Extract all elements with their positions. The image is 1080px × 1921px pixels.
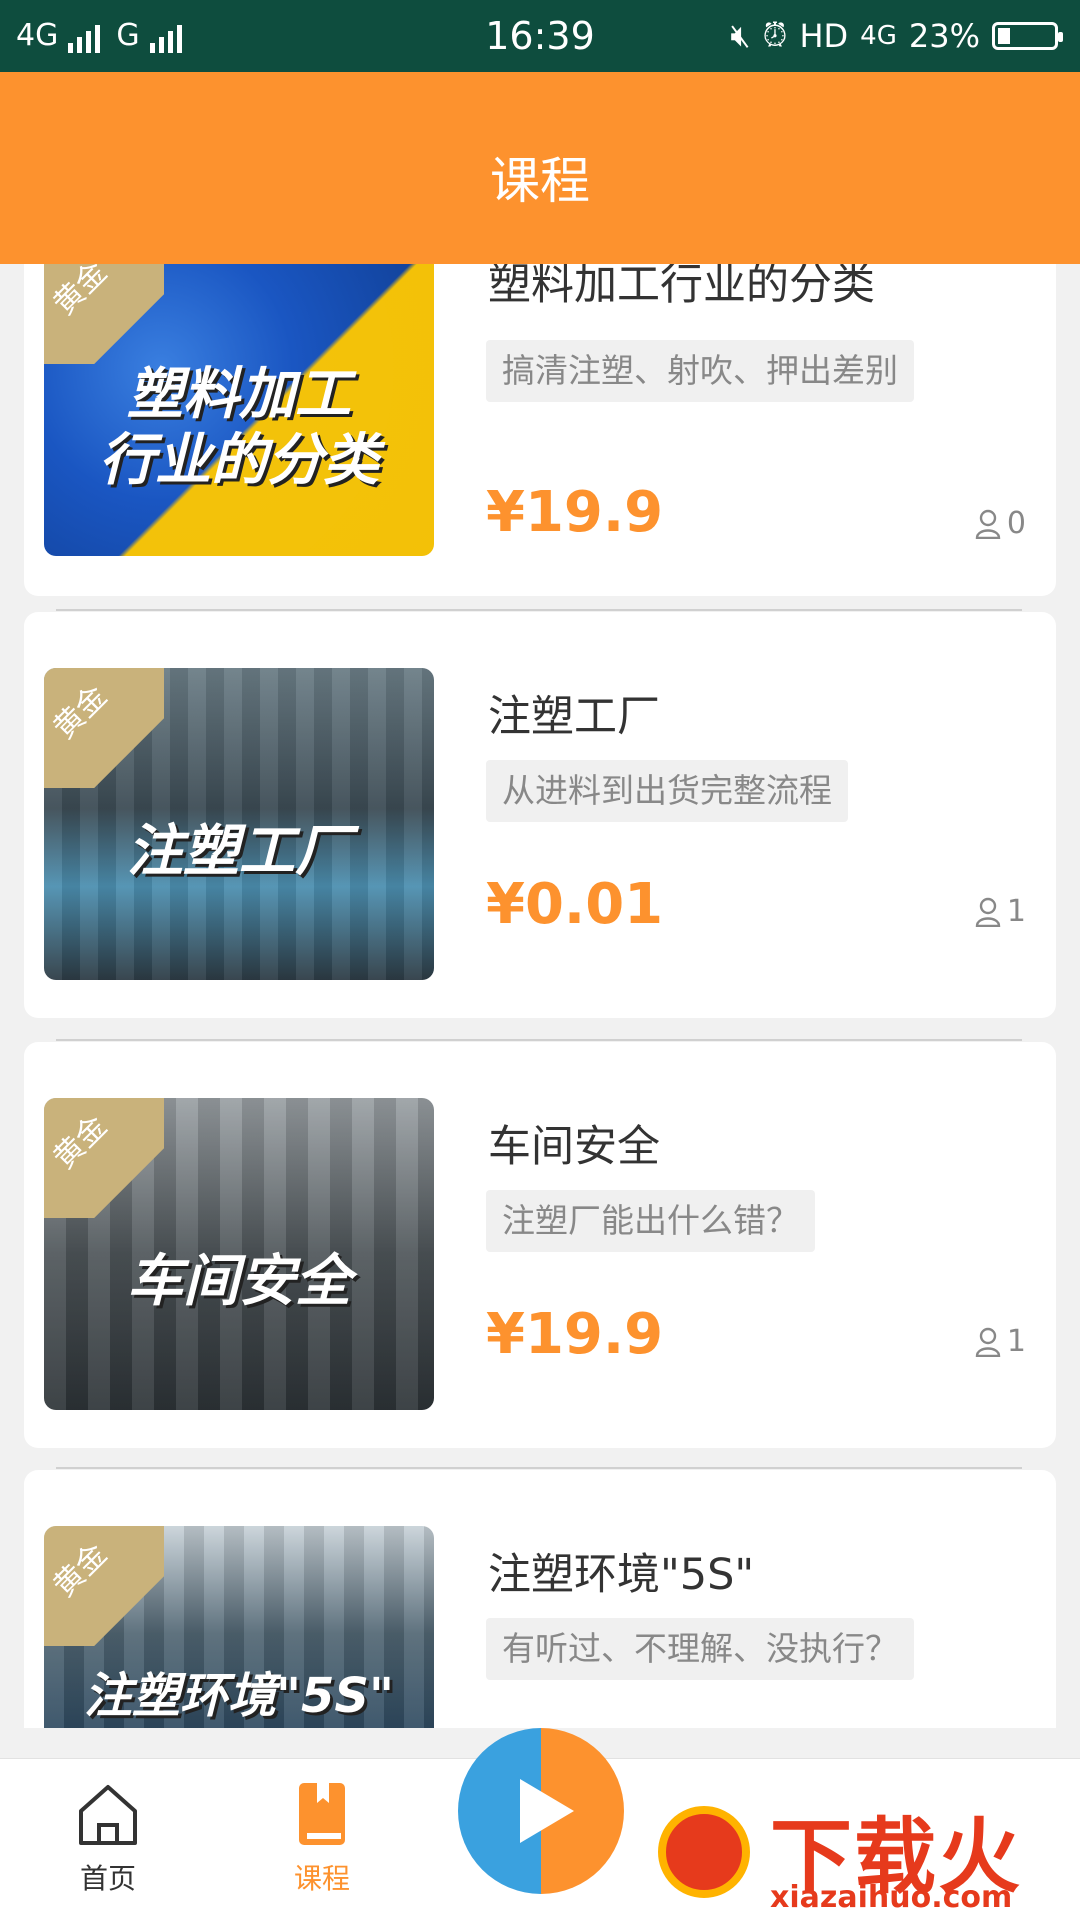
tab-course[interactable]: 课程 [252,1781,392,1897]
watermark: 下载火 xiazaihuo.com [640,1784,1080,1920]
battery-percent: 23% [908,16,980,55]
course-card[interactable]: 注塑环境"5S" 黄金 注塑环境"5S" 有听过、不理解、没执行？ [24,1470,1056,1728]
gold-badge: 黄金 [44,1526,164,1646]
course-price: ¥19.9 [486,480,664,545]
mute-icon: 🔇︎ [730,16,751,54]
course-thumbnail: 注塑环境"5S" 黄金 [44,1526,434,1728]
gold-badge: 黄金 [44,668,164,788]
course-card[interactable]: 车间安全 黄金 车间安全 注塑厂能出什么错？ ¥19.9 1 [24,1042,1056,1448]
enrolled-count: 1 [975,1324,1026,1359]
tab-home[interactable]: 首页 [38,1781,178,1897]
tab-course-label: 课程 [293,1862,350,1895]
watermark-logo-icon [658,1806,750,1898]
enrolled-count: 0 [975,506,1026,541]
net-label: 4G [860,20,897,51]
course-thumbnail: 塑料加工 行业的分类 黄金 [44,244,434,556]
course-thumbnail: 注塑工厂 黄金 [44,668,434,980]
play-button[interactable] [458,1728,624,1894]
course-tag: 从进料到出货完整流程 [486,760,848,822]
user-icon [975,509,1001,539]
page-title: 课程 [490,152,590,210]
course-card[interactable]: 注塑工厂 黄金 注塑工厂 从进料到出货完整流程 ¥0.01 1 [24,612,1056,1018]
book-icon [299,1783,345,1845]
tab-home-label: 首页 [79,1862,136,1895]
user-icon [975,897,1001,927]
page-header: 课程 [0,72,1080,264]
course-price: ¥19.9 [486,1302,664,1367]
divider [56,1467,1022,1469]
course-title: 车间安全 [488,1122,660,1172]
course-tag: 有听过、不理解、没执行？ [486,1618,914,1680]
course-title: 注塑环境"5S" [488,1550,755,1600]
course-tag: 搞清注塑、射吹、押出差别 [486,340,914,402]
status-bar: 4G G 16:39 🔇︎ ⏰︎ HD 4G 23% [0,0,1080,72]
gold-badge: 黄金 [44,1098,164,1218]
status-icons: 🔇︎ ⏰︎ HD 4G 23% [730,16,1063,55]
divider [56,1039,1022,1041]
hd-label: HD [799,16,849,55]
divider [56,609,1022,611]
watermark-url: xiazaihuo.com [770,1880,1013,1915]
course-price: ¥0.01 [486,872,664,937]
user-icon [975,1327,1001,1357]
battery-icon [992,21,1063,50]
alarm-icon: ⏰︎ [762,16,788,54]
course-tag: 注塑厂能出什么错？ [486,1190,815,1252]
play-icon [520,1779,574,1843]
course-thumbnail: 车间安全 黄金 [44,1098,434,1410]
course-title: 注塑工厂 [488,692,660,742]
enrolled-count: 1 [975,894,1026,929]
home-icon [79,1785,137,1845]
